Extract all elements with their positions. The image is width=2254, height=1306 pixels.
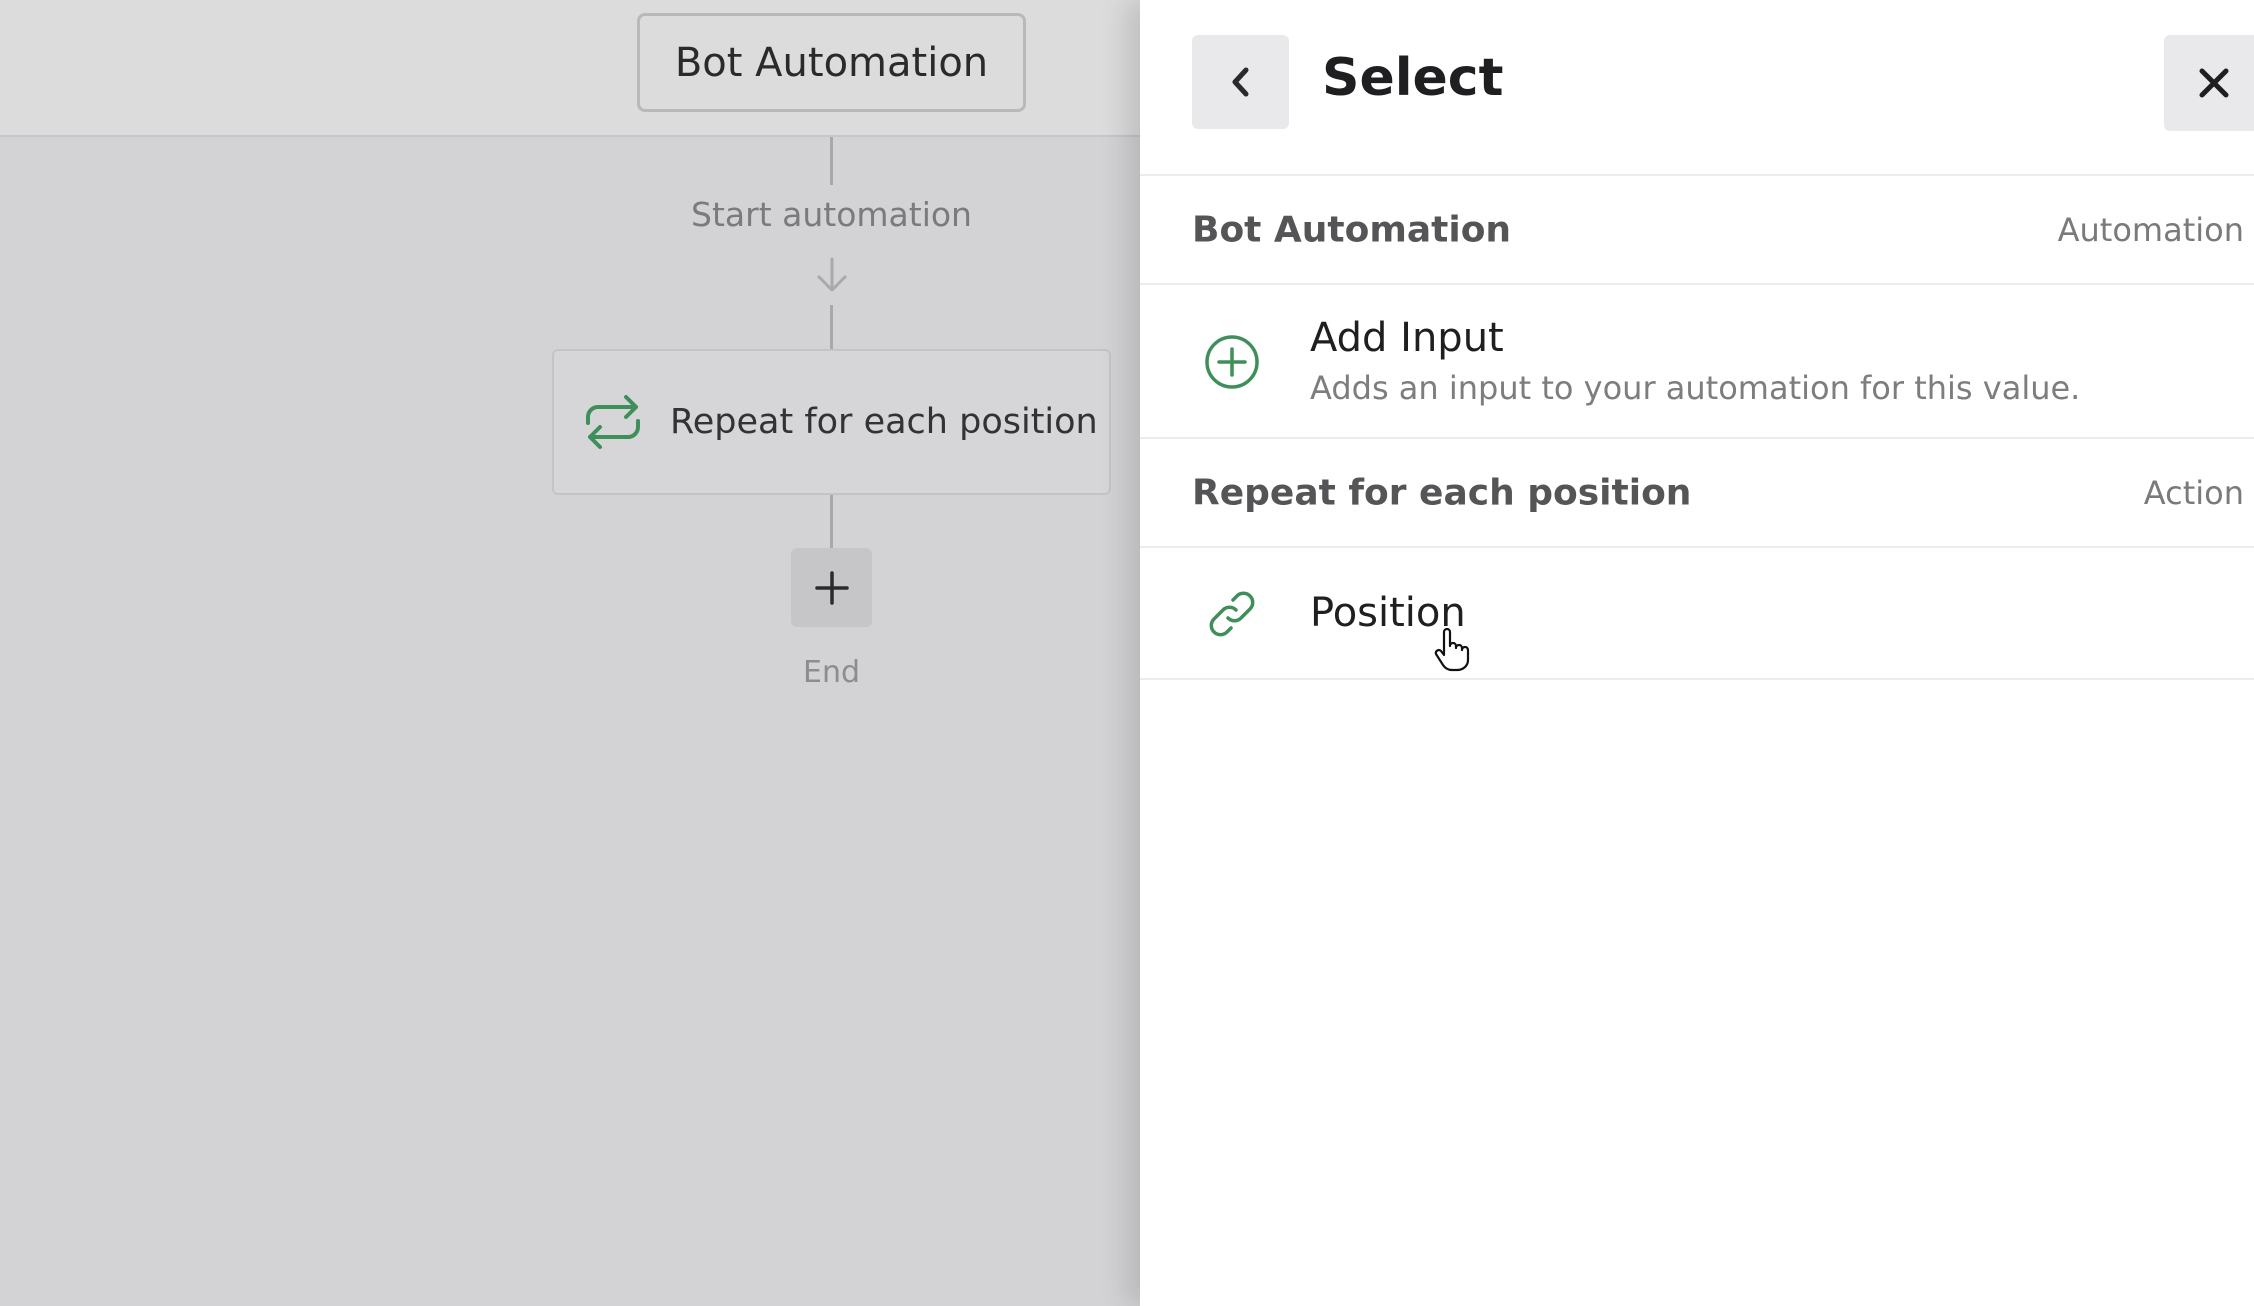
hand-pointer-icon [1434, 628, 1470, 672]
chevron-left-icon [1232, 67, 1248, 97]
option-title: Add Input [1310, 315, 1504, 361]
plus-circle-icon [1205, 335, 1259, 389]
start-automation-label: Start automation [691, 195, 972, 234]
flow-connector [830, 137, 833, 185]
section-type: Action [2143, 473, 2244, 512]
repeat-step-label: Repeat for each position [670, 402, 1098, 442]
section-name: Bot Automation [1192, 209, 1512, 250]
repeat-loop-icon [586, 395, 640, 449]
automation-title-chip[interactable]: Bot Automation [637, 13, 1026, 112]
back-button[interactable] [1192, 35, 1289, 129]
end-label: End [802, 655, 860, 690]
close-icon [2199, 68, 2229, 98]
repeat-step-card[interactable]: Repeat for each position [552, 349, 1111, 495]
plus-icon [814, 570, 849, 605]
section-type: Automation [2057, 210, 2244, 249]
add-step-button[interactable] [791, 548, 872, 627]
section-name: Repeat for each position [1192, 472, 1692, 513]
option-description: Adds an input to your automation for thi… [1310, 369, 2081, 407]
arrow-down-icon [817, 257, 847, 292]
panel-header: Select [1140, 0, 2254, 176]
select-panel: Select Bot Automation Automation Add Inp… [1140, 0, 2254, 1306]
section-header-bot-automation: Bot Automation Automation [1140, 176, 2254, 285]
flow-connector [830, 495, 833, 548]
option-add-input[interactable]: Add Input Adds an input to your automati… [1140, 285, 2254, 439]
automation-title: Bot Automation [674, 39, 989, 86]
section-header-repeat: Repeat for each position Action [1140, 439, 2254, 548]
flow-connector [830, 305, 833, 349]
option-position[interactable]: Position [1140, 548, 2254, 680]
link-icon [1209, 591, 1255, 637]
automation-canvas: Bot Automation Start automation Repeat f… [0, 0, 1140, 1306]
close-button[interactable] [2164, 35, 2254, 131]
panel-title: Select [1322, 48, 1504, 108]
